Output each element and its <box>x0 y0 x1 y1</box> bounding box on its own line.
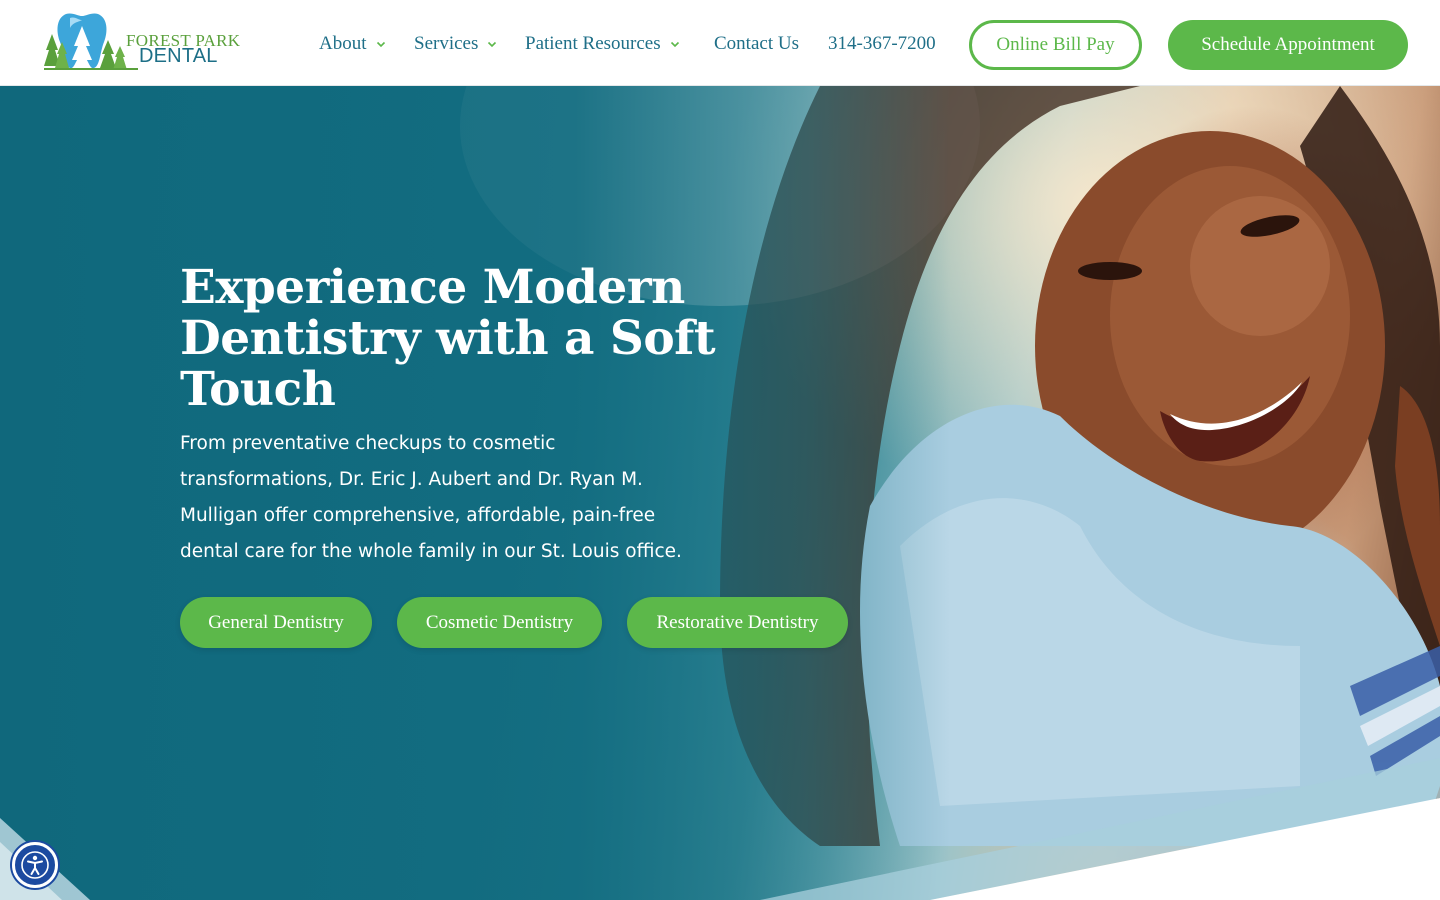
hero-section: Experience Modern Dentistry with a Soft … <box>0 86 1440 900</box>
accessibility-button[interactable] <box>12 842 58 888</box>
nav-item-services[interactable]: Services <box>414 33 498 55</box>
general-dentistry-button[interactable]: General Dentistry <box>180 597 372 648</box>
chevron-down-icon <box>488 41 497 48</box>
phone-number: 314-367-7200 <box>828 33 936 54</box>
hero-description: From preventative checkups to cosmetic t… <box>180 433 682 562</box>
nav-item-label: Contact Us <box>714 33 799 54</box>
hero-title: Experience Modern Dentistry with a Soft … <box>180 260 716 417</box>
nav-item-label: About <box>319 33 367 54</box>
schedule-appointment-button[interactable]: Schedule Appointment <box>1168 20 1408 70</box>
accessibility-icon <box>21 851 49 879</box>
nav-item-about[interactable]: About <box>319 33 387 55</box>
nav-item-patient-resources[interactable]: Patient Resources <box>525 33 681 55</box>
nav-phone-link[interactable]: 314-367-7200 <box>828 33 936 55</box>
chevron-down-icon <box>670 41 679 48</box>
nav-item-label: Patient Resources <box>525 33 661 54</box>
site-header: FOREST PARK DENTAL About Services Patien… <box>0 0 1440 86</box>
cosmetic-dentistry-button[interactable]: Cosmetic Dentistry <box>397 597 602 648</box>
nav-item-label: Services <box>414 33 479 54</box>
chevron-down-icon <box>376 41 385 48</box>
site-logo[interactable]: FOREST PARK DENTAL <box>42 10 242 74</box>
logo-text-dental: DENTAL <box>139 45 218 67</box>
nav-item-contact-us[interactable]: Contact Us <box>714 33 799 55</box>
online-bill-pay-button[interactable]: Online Bill Pay <box>969 20 1142 70</box>
restorative-dentistry-button[interactable]: Restorative Dentistry <box>627 597 848 648</box>
